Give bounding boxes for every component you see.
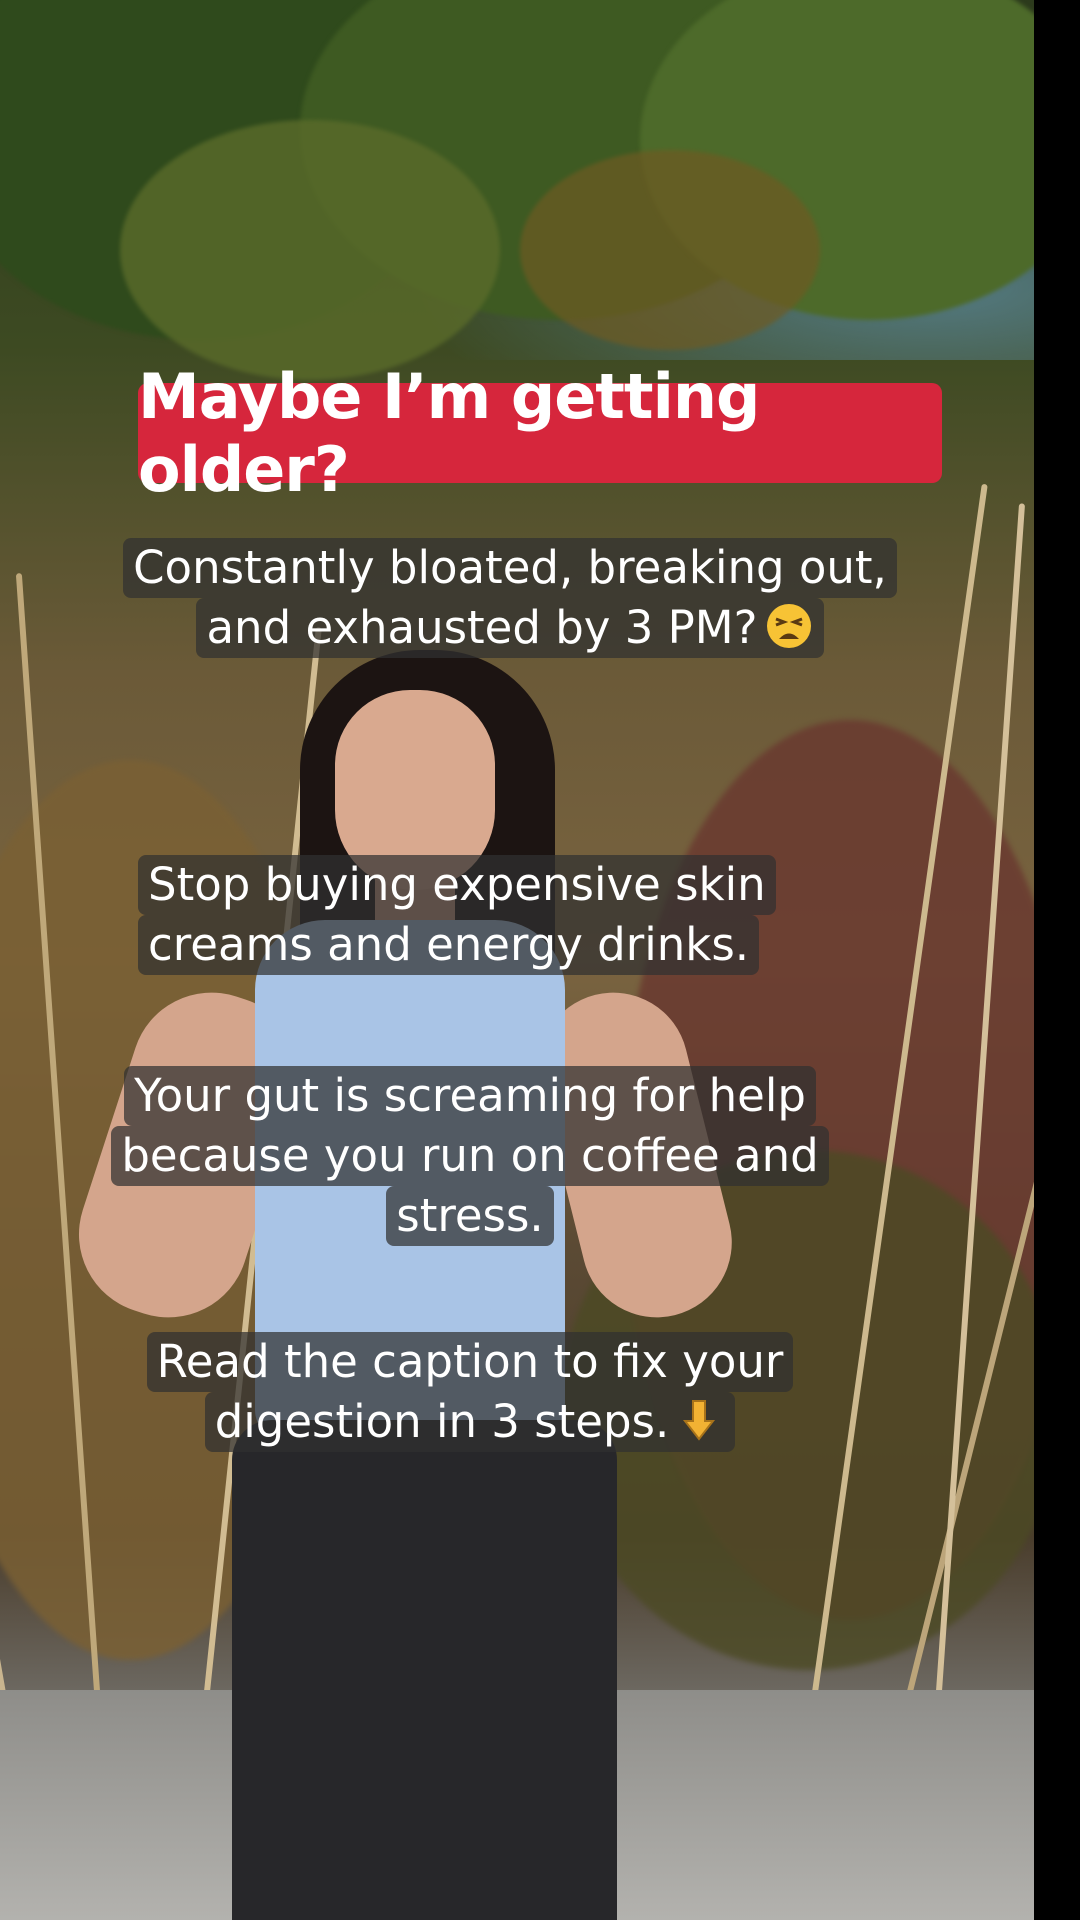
caption-line: stress.: [386, 1186, 554, 1246]
caption-line: because you run on coffee and: [111, 1126, 829, 1186]
caption-line: Stop buying expensive skin: [138, 855, 776, 915]
caption-line: Read the caption to fix your: [146, 1332, 794, 1392]
caption-line: creams and energy drinks.: [138, 915, 760, 975]
video-frame[interactable]: Maybe I’m getting older? Constantly bloa…: [0, 0, 1034, 1920]
caption-block: Stop buying expensive skin creams and en…: [138, 855, 818, 975]
screen-edge-bar: [1034, 0, 1080, 1920]
caption-block: Your gut is screaming for help because y…: [100, 1066, 840, 1246]
caption-line: Your gut is screaming for help: [124, 1066, 816, 1126]
leggings: [232, 1420, 617, 1920]
title-banner: Maybe I’m getting older?: [138, 360, 942, 506]
caption-line: and exhausted by 3 PM?: [196, 598, 824, 658]
tired-face-emoji: [766, 604, 811, 648]
caption-block: Constantly bloated, breaking out, and ex…: [100, 538, 920, 658]
caption-line: digestion in 3 steps.: [204, 1392, 736, 1452]
caption-block: Read the caption to fix your digestion i…: [120, 1332, 820, 1452]
pointing-down-emoji: [683, 1400, 716, 1441]
caption-line: Constantly bloated, breaking out,: [123, 538, 897, 598]
